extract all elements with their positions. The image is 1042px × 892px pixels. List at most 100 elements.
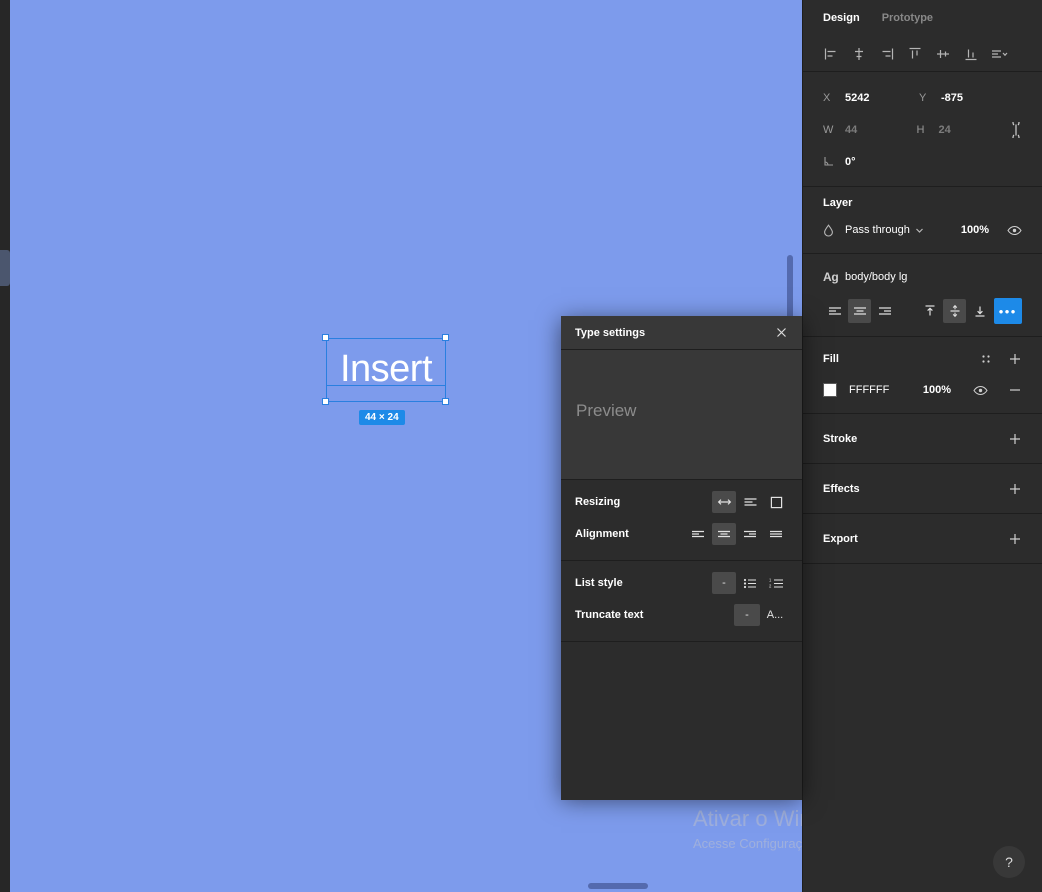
x-label: X — [823, 92, 831, 104]
design-tool-window: Insert 44 × 24 Ativar o Windows Acesse C… — [0, 0, 1042, 892]
list-style-label: List style — [575, 577, 623, 589]
chevron-down-icon[interactable] — [915, 226, 924, 235]
truncate-none-option[interactable]: - — [734, 604, 760, 626]
list-style-none-option[interactable]: - — [712, 572, 736, 594]
text-align-left-icon[interactable] — [823, 299, 846, 323]
x-field[interactable]: X 5242 — [823, 92, 919, 104]
layer-visibility-eye-icon[interactable] — [1007, 225, 1022, 236]
rotation-field[interactable]: 0° — [823, 155, 919, 170]
text-align-left-option-icon[interactable] — [686, 523, 710, 545]
blend-mode-value[interactable]: Pass through — [845, 224, 910, 236]
text-align-right-icon[interactable] — [873, 299, 896, 323]
export-section-title: Export — [823, 532, 858, 545]
height-field[interactable]: H 24 — [917, 124, 1011, 136]
remove-fill-icon[interactable] — [1008, 383, 1022, 397]
distribute-icon[interactable] — [985, 41, 1013, 67]
fill-color-swatch[interactable] — [823, 383, 837, 397]
text-align-center-icon[interactable] — [848, 299, 872, 323]
text-style-name[interactable]: body/body lg — [845, 271, 907, 283]
w-value[interactable]: 44 — [845, 124, 857, 136]
resizing-auto-width-icon[interactable] — [712, 491, 736, 513]
resize-handle-top-right[interactable] — [442, 334, 449, 341]
width-field[interactable]: W 44 — [823, 124, 917, 136]
truncate-ellipsis-label: A... — [766, 609, 784, 621]
preview-label: Preview — [576, 401, 637, 420]
add-export-icon[interactable] — [1008, 532, 1022, 546]
fill-opacity-value[interactable]: 100% — [923, 384, 951, 396]
list-style-none-label: - — [722, 577, 726, 589]
fill-styles-icon[interactable] — [980, 353, 992, 365]
size-row: W 44 H 24 — [823, 114, 1022, 146]
help-button[interactable]: ? — [993, 846, 1025, 878]
align-horizontal-centers-icon[interactable] — [845, 41, 873, 67]
effects-section-title: Effects — [823, 482, 860, 495]
blend-mode-icon — [823, 223, 845, 237]
fill-item-row: FFFFFF 100% — [823, 375, 1022, 405]
fill-visibility-eye-icon[interactable] — [973, 385, 988, 396]
selected-text-object[interactable]: Insert 44 × 24 — [322, 334, 449, 425]
add-stroke-icon[interactable] — [1008, 432, 1022, 446]
panel-tabs: Design Prototype — [803, 0, 1042, 36]
selection-size-badge: 44 × 24 — [359, 410, 405, 425]
align-left-icon[interactable] — [817, 41, 845, 67]
left-panel-expand-handle[interactable] — [0, 250, 10, 286]
position-size-section: X 5242 Y -875 W 44 H 24 0° — [803, 72, 1042, 187]
text-align-center-option-icon[interactable] — [712, 523, 736, 545]
resizing-alignment-group: Resizing Alignment — [561, 480, 802, 561]
right-properties-panel: Design Prototype X 5242 Y -875 W 44 H 24… — [802, 0, 1042, 892]
effects-section: Effects — [803, 464, 1042, 514]
tab-prototype[interactable]: Prototype — [882, 12, 933, 24]
layer-opacity-value[interactable]: 100% — [961, 224, 989, 236]
list-style-bulleted-icon[interactable] — [738, 572, 762, 594]
constrain-proportions-icon[interactable] — [1010, 122, 1022, 138]
x-value[interactable]: 5242 — [845, 92, 869, 104]
align-bottom-icon[interactable] — [957, 41, 985, 67]
alignment-row: Alignment — [575, 518, 788, 550]
resize-handle-bottom-right[interactable] — [442, 398, 449, 405]
resizing-auto-height-icon[interactable] — [738, 491, 762, 513]
type-settings-dialog: Type settings Preview Resizing Alignment… — [561, 316, 802, 800]
fill-section-header: Fill — [823, 347, 1022, 371]
text-alignment-buttons: ••• — [823, 294, 1023, 328]
fill-section-title: Fill — [823, 353, 839, 365]
resize-handle-bottom-left[interactable] — [322, 398, 329, 405]
resizing-fixed-size-icon[interactable] — [764, 491, 788, 513]
layer-section-title: Layer — [823, 197, 853, 209]
tab-design[interactable]: Design — [823, 12, 860, 24]
canvas-vertical-scrollbar[interactable] — [787, 255, 793, 325]
svg-text:1: 1 — [769, 577, 772, 582]
text-valign-top-icon[interactable] — [918, 299, 941, 323]
align-vertical-centers-icon[interactable] — [929, 41, 957, 67]
rotation-value[interactable]: 0° — [845, 156, 856, 168]
canvas-horizontal-scrollbar[interactable] — [588, 883, 648, 889]
text-valign-middle-icon[interactable] — [943, 299, 967, 323]
align-right-icon[interactable] — [873, 41, 901, 67]
layer-blend-row: Pass through 100% — [823, 215, 1022, 245]
fill-hex-value[interactable]: FFFFFF — [849, 384, 889, 396]
list-style-numbered-icon[interactable]: 12 — [764, 572, 788, 594]
h-value[interactable]: 24 — [939, 124, 951, 136]
rotation-row: 0° — [823, 146, 1022, 178]
add-effect-icon[interactable] — [1008, 482, 1022, 496]
resize-handle-top-left[interactable] — [322, 334, 329, 341]
text-align-justified-option-icon[interactable] — [764, 523, 788, 545]
truncate-ellipsis-option[interactable]: A... — [762, 604, 788, 626]
list-truncate-group: List style - 12 Truncate text - A... — [561, 561, 802, 642]
y-field[interactable]: Y -875 — [919, 92, 1015, 104]
w-label: W — [823, 124, 834, 136]
close-icon[interactable] — [775, 326, 788, 339]
text-valign-bottom-icon[interactable] — [968, 299, 991, 323]
type-settings-more-button[interactable]: ••• — [993, 298, 1023, 324]
y-label: Y — [919, 92, 927, 104]
truncate-none-label: - — [745, 609, 749, 621]
text-align-right-option-icon[interactable] — [738, 523, 762, 545]
layer-section: Layer Pass through 100% — [803, 187, 1042, 254]
align-top-icon[interactable] — [901, 41, 929, 67]
add-fill-icon[interactable] — [1008, 352, 1022, 366]
resizing-label: Resizing — [575, 496, 621, 508]
type-ag-icon: Ag — [823, 270, 839, 284]
export-section: Export — [803, 514, 1042, 564]
rotation-icon — [823, 155, 845, 170]
canvas-text-insert[interactable]: Insert — [326, 337, 446, 401]
y-value[interactable]: -875 — [941, 92, 963, 104]
